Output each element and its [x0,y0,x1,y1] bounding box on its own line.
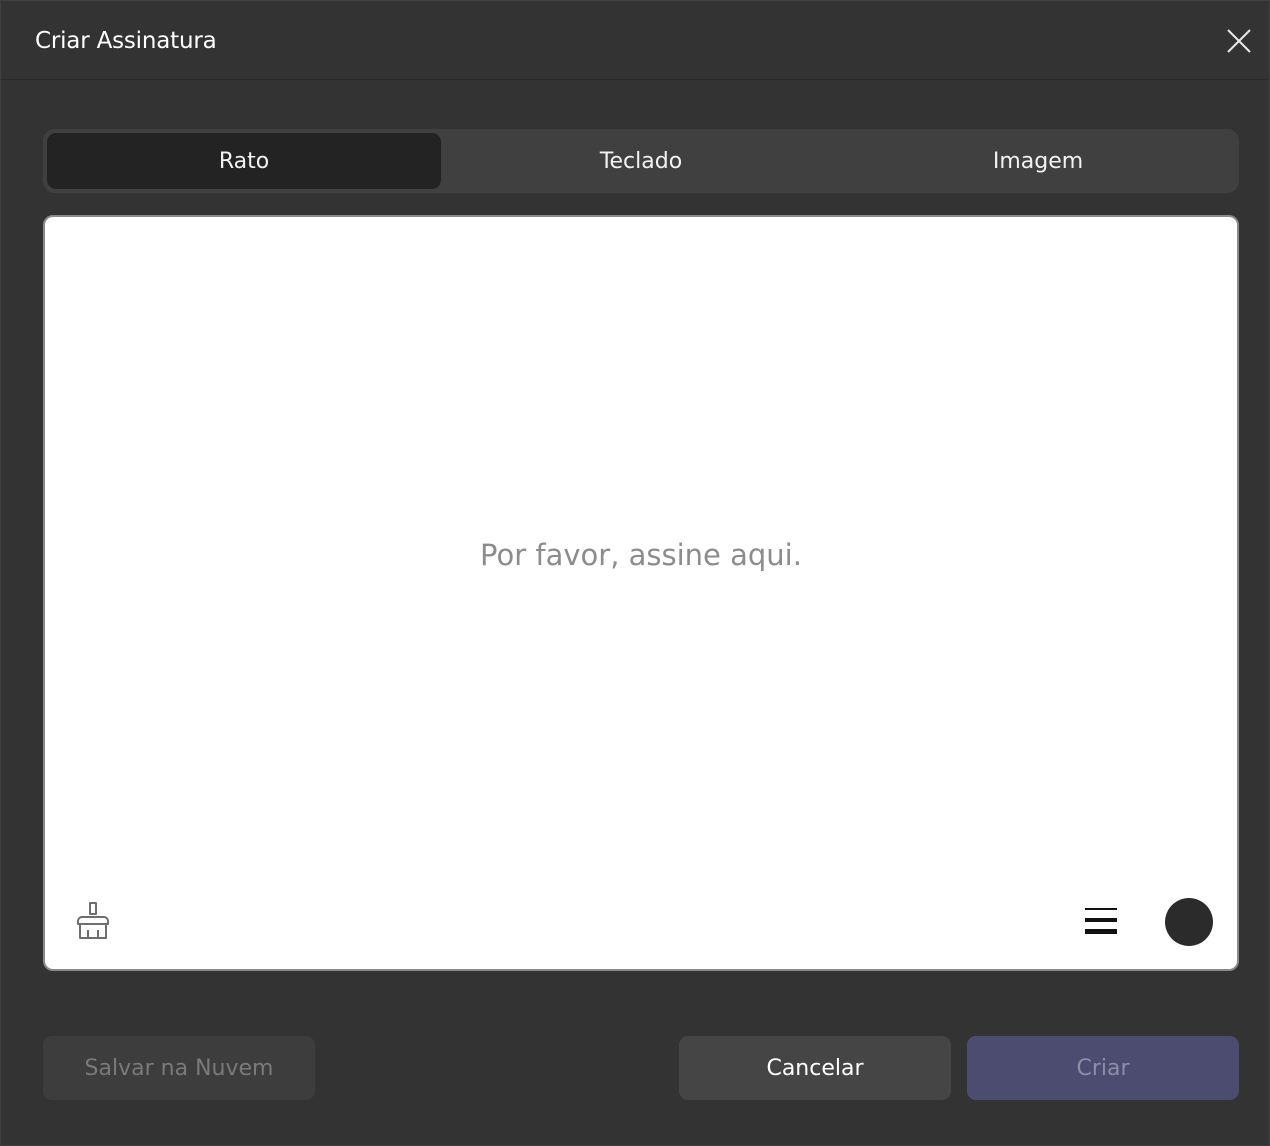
signature-placeholder: Por favor, assine aqui. [480,538,802,572]
line-thickness-button[interactable] [1081,901,1121,941]
dialog-titlebar: Criar Assinatura [1,1,1269,80]
cancel-button[interactable]: Cancelar [679,1036,951,1100]
save-to-cloud-button[interactable]: Salvar na Nuvem [43,1036,315,1100]
close-button[interactable] [1219,21,1259,61]
create-button[interactable]: Criar [967,1036,1239,1100]
tab-image[interactable]: Imagem [841,133,1235,189]
signature-canvas[interactable]: Por favor, assine aqui. [43,215,1239,971]
eraser-brush-icon [77,902,109,939]
tab-mouse[interactable]: Rato [47,133,441,189]
pen-color-picker[interactable] [1165,898,1213,946]
signature-mode-tabs: Rato Teclado Imagem [43,129,1239,193]
line-thickness-icon [1085,908,1117,934]
dialog-title: Criar Assinatura [35,28,217,54]
close-icon [1227,29,1251,53]
create-signature-dialog: Criar Assinatura Rato Teclado Imagem Por… [0,0,1270,1146]
clear-button[interactable] [71,899,115,943]
tab-keyboard[interactable]: Teclado [444,133,838,189]
